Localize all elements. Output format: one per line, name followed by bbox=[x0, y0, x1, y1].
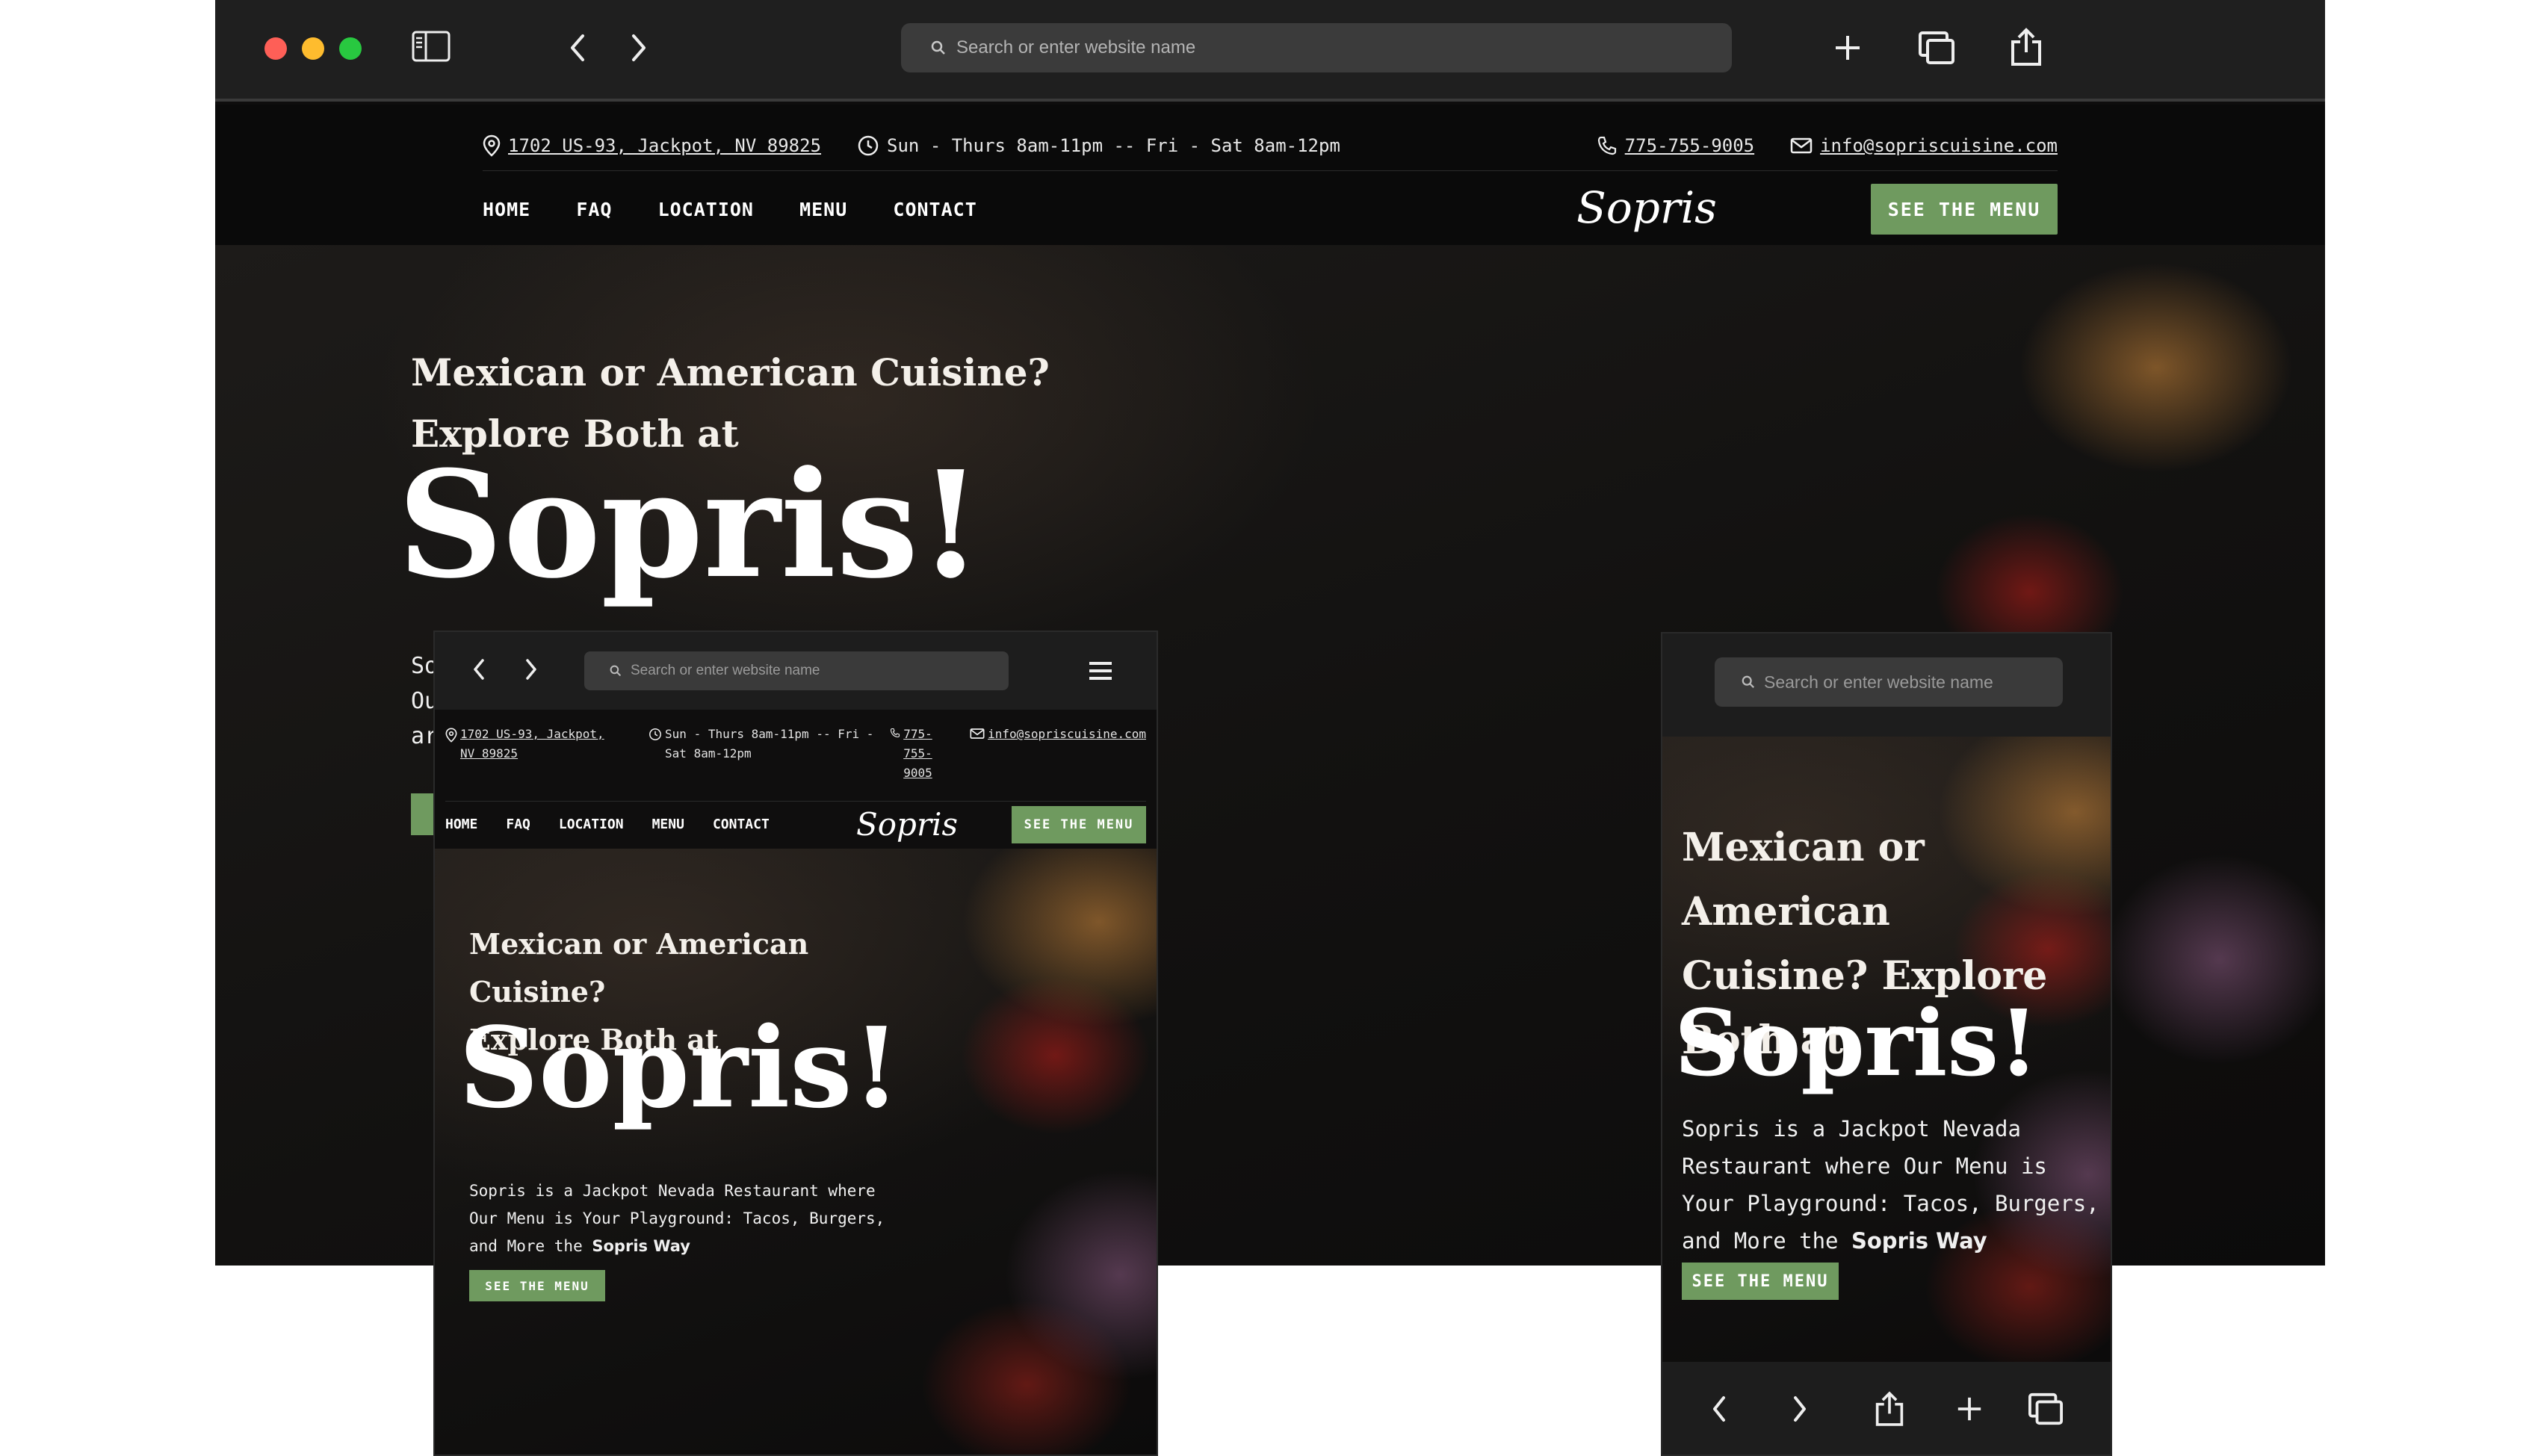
tabs-icon[interactable] bbox=[2027, 1392, 2064, 1426]
hero-section: Mexican or American Cuisine? Explore Bot… bbox=[435, 849, 1157, 1455]
hero-see-menu-button[interactable]: SEE THE MENU bbox=[469, 1270, 605, 1301]
hours-info: Sun - Thurs 8am-11pm -- Fri - Sat 8am-12… bbox=[665, 725, 885, 763]
chevron-left-icon[interactable] bbox=[471, 657, 487, 681]
hero-big-title: Sopris! bbox=[397, 439, 983, 611]
see-menu-button[interactable]: SEE THE MENU bbox=[1871, 184, 2058, 235]
chevron-left-icon[interactable] bbox=[1710, 1395, 1728, 1423]
nav-home[interactable]: HOME bbox=[445, 817, 477, 832]
nav-contact[interactable]: CONTACT bbox=[893, 199, 976, 220]
hero-heading-line-1: Mexican or American Cuisine? bbox=[469, 927, 809, 1009]
chevron-right-icon[interactable] bbox=[1791, 1395, 1809, 1423]
map-pin-icon bbox=[445, 728, 457, 743]
maximize-window-button[interactable] bbox=[339, 37, 362, 60]
mail-icon bbox=[970, 728, 985, 740]
tablet-browser-toolbar: Search or enter website name bbox=[435, 632, 1157, 710]
see-menu-button[interactable]: SEE THE MENU bbox=[1012, 805, 1146, 843]
nav-location[interactable]: LOCATION bbox=[559, 817, 624, 832]
site-logo[interactable]: Sopris bbox=[1576, 182, 1717, 233]
hero-big-title: Sopris! bbox=[1674, 989, 2039, 1097]
contact-bar: 1702 US-93, Jackpot, NV 89825 Sun - Thur… bbox=[483, 127, 2058, 164]
hero-description-bold: Sopris Way bbox=[1851, 1228, 1987, 1254]
nav-menu[interactable]: MENU bbox=[799, 199, 847, 220]
hero-section: Mexican or American Cuisine? Explore Bot… bbox=[1662, 737, 2111, 1362]
phone-icon bbox=[890, 728, 900, 738]
nav-faq[interactable]: FAQ bbox=[506, 817, 530, 832]
hours-text: Sun - Thurs 8am-11pm -- Fri - Sat 8am-12… bbox=[887, 135, 1340, 156]
sidebar-icon[interactable] bbox=[411, 30, 451, 63]
phone-browser-toolbar: Search or enter website name bbox=[1662, 633, 2111, 737]
chevron-left-icon[interactable] bbox=[566, 33, 589, 63]
address-bar[interactable]: Search or enter website name bbox=[1715, 657, 2063, 707]
address-text[interactable]: 1702 US-93, Jackpot, NV 89825 bbox=[508, 135, 821, 156]
phone-line-2[interactable]: 755- bbox=[903, 744, 955, 763]
main-nav: HOME FAQ LOCATION MENU CONTACT Sopris SE… bbox=[445, 801, 1146, 847]
share-icon[interactable] bbox=[1875, 1390, 1904, 1428]
phone-browser-window: Search or enter website name Mexican or … bbox=[1661, 632, 2112, 1456]
nav-contact[interactable]: CONTACT bbox=[713, 817, 770, 832]
phone-bottom-toolbar bbox=[1662, 1362, 2111, 1455]
mail-icon bbox=[1790, 137, 1813, 155]
main-nav: HOME FAQ LOCATION MENU CONTACT Sopris SE… bbox=[483, 182, 2058, 236]
email-link[interactable]: info@sopriscuisine.com bbox=[988, 725, 1146, 744]
hero-description-bold: Sopris Way bbox=[592, 1237, 690, 1255]
nav-home[interactable]: HOME bbox=[483, 199, 530, 220]
chevron-right-icon[interactable] bbox=[628, 33, 650, 63]
hours-line-1: Sun - Thurs 8am-11pm -- Fri - bbox=[665, 727, 874, 741]
address-link[interactable]: 1702 US-93, Jackpot, NV 89825 bbox=[483, 134, 821, 157]
chevron-right-icon[interactable] bbox=[523, 657, 539, 681]
phone-link[interactable]: 775- 755- 9005 bbox=[903, 725, 955, 783]
address-line-2[interactable]: NV 89825 bbox=[460, 744, 641, 763]
address-line-1[interactable]: 1702 US-93, Jackpot, bbox=[460, 725, 641, 744]
address-bar-placeholder: Search or enter website name bbox=[631, 663, 820, 678]
address-link[interactable]: 1702 US-93, Jackpot, NV 89825 bbox=[460, 725, 641, 763]
hero-see-menu-button[interactable]: SEE THE MENU bbox=[1682, 1263, 1839, 1300]
address-bar-placeholder: Search or enter website name bbox=[956, 37, 1196, 58]
clock-icon bbox=[649, 728, 662, 741]
minimize-window-button[interactable] bbox=[302, 37, 324, 60]
desktop-browser-toolbar: Search or enter website name bbox=[215, 0, 2325, 102]
address-bar[interactable]: Search or enter website name bbox=[901, 23, 1732, 72]
hero-big-title: Sopris! bbox=[459, 1003, 901, 1133]
nav-menu[interactable]: MENU bbox=[652, 817, 684, 832]
hours-line-2: Sat 8am-12pm bbox=[665, 746, 752, 760]
tablet-browser-window: Search or enter website name 1702 US-93,… bbox=[433, 631, 1158, 1456]
header-divider bbox=[483, 170, 2058, 171]
phone-line-3[interactable]: 9005 bbox=[903, 763, 955, 783]
phone-icon bbox=[1597, 135, 1618, 156]
phone-link[interactable]: 775-755-9005 bbox=[1597, 135, 1754, 156]
map-pin-icon bbox=[483, 134, 501, 157]
phone-line-1[interactable]: 775- bbox=[903, 725, 955, 744]
hero-description: Sopris is a Jackpot Nevada Restaurant wh… bbox=[469, 1177, 888, 1260]
tabs-icon[interactable] bbox=[1917, 30, 1956, 66]
site-logo[interactable]: Sopris bbox=[856, 806, 958, 843]
nav-faq[interactable]: FAQ bbox=[576, 199, 612, 220]
email-text[interactable]: info@sopriscuisine.com bbox=[1820, 135, 2058, 156]
hours-info: Sun - Thurs 8am-11pm -- Fri - Sat 8am-12… bbox=[857, 134, 1340, 157]
clock-icon bbox=[857, 134, 879, 157]
nav-location[interactable]: LOCATION bbox=[658, 199, 754, 220]
search-icon bbox=[1742, 675, 1755, 689]
plus-icon[interactable] bbox=[1955, 1395, 1984, 1423]
address-bar[interactable]: Search or enter website name bbox=[584, 651, 1009, 690]
hero-heading-line-1: Mexican or American bbox=[1682, 825, 1925, 935]
search-icon bbox=[931, 40, 946, 55]
share-icon[interactable] bbox=[2010, 27, 2043, 67]
close-window-button[interactable] bbox=[264, 37, 287, 60]
hero-heading-line-1: Mexican or American Cuisine? bbox=[411, 350, 1050, 394]
search-icon bbox=[610, 665, 622, 677]
phone-text[interactable]: 775-755-9005 bbox=[1625, 135, 1754, 156]
hero-description: Sopris is a Jackpot Nevada Restaurant wh… bbox=[1682, 1110, 2100, 1260]
address-bar-placeholder: Search or enter website name bbox=[1764, 672, 1993, 692]
site-header: 1702 US-93, Jackpot, NV 89825 Sun - Thur… bbox=[215, 105, 2325, 245]
plus-icon[interactable] bbox=[1833, 33, 1863, 63]
contact-bar: 1702 US-93, Jackpot, NV 89825 Sun - Thur… bbox=[445, 725, 1146, 793]
hamburger-icon[interactable] bbox=[1088, 660, 1113, 681]
email-link[interactable]: info@sopriscuisine.com bbox=[1790, 135, 2058, 156]
